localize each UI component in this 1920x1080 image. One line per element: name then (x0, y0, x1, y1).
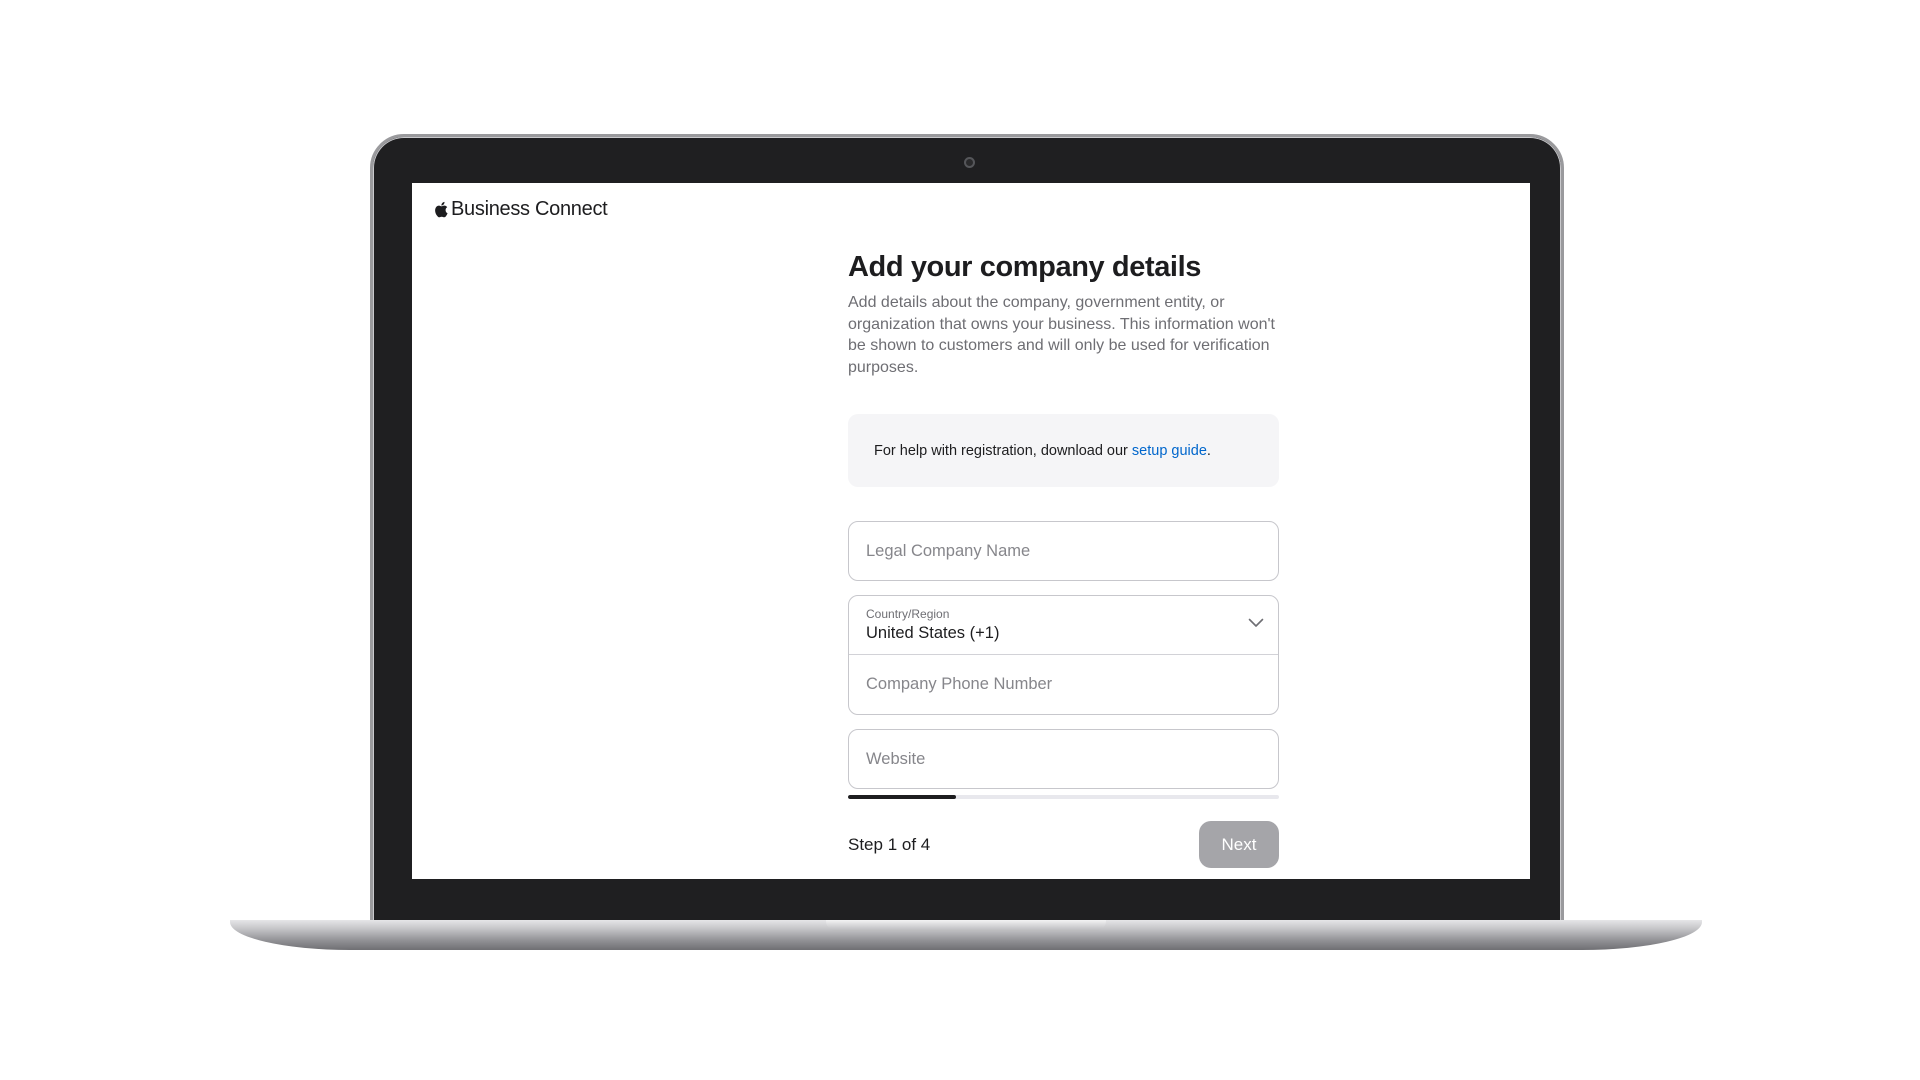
company-phone-input[interactable]: Company Phone Number (849, 655, 1278, 714)
progress-bar (848, 795, 1279, 799)
help-trailing: . (1206, 442, 1211, 459)
apple-logo-icon (435, 201, 448, 218)
website-input[interactable]: Website (848, 729, 1279, 789)
page-description: Add details about the company, governmen… (848, 294, 1275, 376)
camera-icon (964, 157, 975, 168)
laptop-mockup: Business Connect Add your company detail… (0, 0, 1920, 1080)
browser-screen: Business Connect Add your company detail… (412, 183, 1530, 879)
company-details-form: Add your company details Add details abo… (848, 251, 1279, 868)
laptop-base (230, 920, 1702, 950)
country-region-select[interactable]: Country/Region United States (+1) (849, 596, 1278, 655)
setup-guide-link[interactable]: setup guide (1132, 443, 1207, 459)
help-text: For help with registration, download our (874, 442, 1128, 459)
form-footer: Step 1 of 4 Next (848, 821, 1279, 868)
laptop-lid: Business Connect Add your company detail… (370, 134, 1564, 930)
brand-logo[interactable]: Business Connect (434, 198, 608, 221)
website-placeholder: Website (866, 749, 926, 768)
phone-field-group: Country/Region United States (+1) Compan… (848, 595, 1279, 715)
laptop-notch (826, 920, 1106, 931)
legal-company-name-input[interactable]: Legal Company Name (848, 521, 1279, 581)
step-indicator: Step 1 of 4 (848, 834, 931, 854)
country-region-value: United States (+1) (866, 624, 1000, 642)
legal-company-name-placeholder: Legal Company Name (866, 541, 1031, 560)
help-banner: For help with registration, download our… (848, 414, 1279, 487)
brand-name: Business Connect (451, 198, 608, 220)
chevron-down-icon (1248, 618, 1264, 627)
company-phone-placeholder: Company Phone Number (866, 675, 1053, 693)
next-button[interactable]: Next (1199, 821, 1279, 868)
page-title: Add your company details (848, 251, 1201, 283)
progress-bar-fill (848, 795, 956, 799)
country-region-label: Country/Region (866, 607, 950, 621)
